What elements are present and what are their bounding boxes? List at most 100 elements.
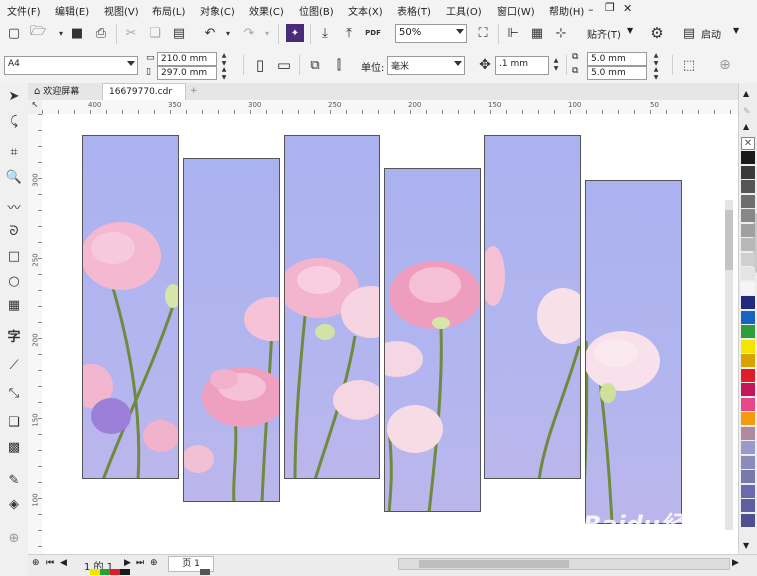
horizontal-ruler[interactable]: 400 350 300 250 200 150 100 50: [42, 100, 738, 115]
undo-dropdown-icon[interactable]: ▾: [219, 24, 237, 42]
duplicate-y-spinner-icon[interactable]: ▲ ▼: [651, 66, 661, 82]
tab-welcome-screen[interactable]: ⌂ 欢迎屏幕: [28, 83, 102, 100]
redo-icon[interactable]: ↷: [240, 24, 258, 42]
eyedropper-icon[interactable]: ✎: [5, 471, 23, 489]
color-swatch[interactable]: [741, 397, 755, 411]
menu-view[interactable]: 视图(V): [104, 3, 139, 18]
document-palette[interactable]: [0, 569, 300, 575]
color-swatch[interactable]: [741, 441, 755, 454]
snap-to-button[interactable]: 贴齐(T): [587, 26, 621, 41]
search-content-icon[interactable]: ✦: [286, 24, 304, 42]
color-swatch[interactable]: [741, 296, 755, 309]
menu-edit[interactable]: 编辑(E): [55, 3, 89, 18]
duplicate-y-field[interactable]: 5.0 mm: [587, 66, 647, 80]
menu-file[interactable]: 文件(F): [7, 3, 41, 18]
restore-icon[interactable]: ❐: [605, 1, 615, 14]
show-grid-icon[interactable]: ▦: [528, 24, 546, 42]
artistic-media-icon[interactable]: ᘐ: [5, 222, 23, 240]
duplicate-x-field[interactable]: 5.0 mm: [587, 52, 647, 66]
add-toolbar-icon[interactable]: ⊕: [716, 56, 734, 74]
add-page-before-icon[interactable]: ⊕: [32, 558, 40, 568]
all-pages-icon[interactable]: ⧉: [306, 56, 324, 74]
publish-pdf-icon[interactable]: PDF: [364, 24, 382, 42]
no-color-swatch[interactable]: ✕: [741, 137, 755, 150]
vertical-ruler[interactable]: 300 250 200 150 100: [28, 114, 43, 554]
import-icon[interactable]: ⤓: [316, 24, 334, 42]
rectangle-tool-icon[interactable]: □: [5, 247, 23, 265]
color-swatch[interactable]: [741, 267, 755, 280]
color-swatch[interactable]: [741, 383, 755, 396]
ruler-corner-icon[interactable]: ↖: [28, 100, 42, 114]
first-page-icon[interactable]: ⏮: [46, 558, 54, 568]
menu-window[interactable]: 窗口(W): [497, 3, 535, 18]
add-tab-button[interactable]: +: [186, 83, 202, 100]
current-page-icon[interactable]: ⫿: [330, 56, 348, 74]
undo-icon[interactable]: ↶: [201, 24, 219, 42]
palette-scroll-up-small-icon[interactable]: ▲: [743, 122, 749, 131]
color-swatch[interactable]: [741, 484, 755, 498]
add-page-after-icon[interactable]: ⊕: [150, 558, 158, 568]
nudge-spinner-icon[interactable]: ▲ ▼: [551, 57, 561, 73]
height-spinner-icon[interactable]: ▲ ▼: [219, 66, 229, 82]
snap-dropdown-icon[interactable]: ▼: [627, 26, 633, 35]
landscape-icon[interactable]: ▭: [275, 56, 293, 74]
palette-scroll-up-icon[interactable]: ▲: [743, 89, 749, 98]
color-swatch[interactable]: [741, 412, 755, 425]
page-width-field[interactable]: 210.0 mm: [157, 52, 217, 66]
menu-effects[interactable]: 效果(C): [249, 3, 284, 18]
color-swatch[interactable]: [741, 354, 755, 367]
page-size-select[interactable]: A4: [4, 56, 138, 75]
color-swatch[interactable]: [741, 252, 755, 266]
color-swatch[interactable]: [741, 165, 755, 179]
options-gear-icon[interactable]: ⚙: [648, 24, 666, 42]
drop-shadow-icon[interactable]: ❑: [5, 413, 23, 431]
color-swatch[interactable]: [741, 223, 755, 237]
zoom-level-field[interactable]: 50%: [395, 24, 467, 43]
open-icon[interactable]: 🗁: [29, 24, 47, 42]
next-page-icon[interactable]: ▶: [124, 558, 131, 568]
menu-object[interactable]: 对象(C): [200, 3, 235, 18]
color-swatch[interactable]: [741, 470, 755, 483]
redo-dropdown-icon[interactable]: ▾: [258, 24, 276, 42]
drawing-canvas[interactable]: [42, 114, 738, 554]
treat-as-filled-icon[interactable]: ⬚: [680, 56, 698, 74]
nudge-distance-field[interactable]: .1 mm: [495, 56, 549, 75]
connector-tool-icon[interactable]: ⤡: [5, 384, 23, 402]
polygon-tool-icon[interactable]: ▦: [5, 296, 23, 314]
parallel-dimension-icon[interactable]: ⟋: [5, 356, 23, 374]
color-swatch[interactable]: [741, 310, 755, 324]
color-swatch[interactable]: [741, 180, 755, 193]
color-swatch[interactable]: [741, 281, 755, 295]
horizontal-scroll-thumb[interactable]: [419, 560, 569, 568]
zoom-tool-icon[interactable]: 🔍: [5, 168, 23, 186]
crop-tool-icon[interactable]: ⌗: [5, 143, 23, 161]
color-swatch[interactable]: [741, 151, 755, 164]
eyedropper-icon[interactable]: ✎: [743, 107, 751, 117]
transparency-icon[interactable]: ▩: [5, 438, 23, 456]
show-rulers-icon[interactable]: ⊩: [504, 24, 522, 42]
previous-page-icon[interactable]: ◀: [60, 558, 67, 568]
color-swatch[interactable]: [741, 194, 755, 208]
vertical-scrollbar[interactable]: [725, 200, 733, 530]
color-swatch[interactable]: [741, 455, 755, 469]
image-strip[interactable]: [284, 135, 380, 479]
freehand-tool-icon[interactable]: 〰: [5, 197, 23, 216]
color-swatch[interactable]: [741, 426, 755, 440]
menu-layout[interactable]: 布局(L): [152, 3, 185, 18]
color-swatch[interactable]: [741, 209, 755, 222]
export-icon[interactable]: ⤒: [340, 24, 358, 42]
text-tool-icon[interactable]: 字: [5, 326, 23, 345]
image-strip[interactable]: [82, 135, 179, 479]
launch-dropdown-icon[interactable]: ▼: [733, 26, 739, 35]
menu-tools[interactable]: 工具(O): [446, 3, 482, 18]
last-page-icon[interactable]: ⏭: [136, 558, 144, 568]
units-select[interactable]: 毫米: [387, 56, 465, 75]
image-strip[interactable]: [384, 168, 481, 512]
color-swatch[interactable]: [741, 325, 755, 338]
copy-icon[interactable]: ❏: [146, 24, 164, 42]
menu-bitmap[interactable]: 位图(B): [299, 3, 334, 18]
save-icon[interactable]: ■: [68, 24, 86, 42]
shape-tool-icon[interactable]: ⤹: [5, 112, 23, 130]
interactive-fill-icon[interactable]: ◈: [5, 495, 23, 513]
print-icon[interactable]: ⎙: [92, 24, 110, 42]
